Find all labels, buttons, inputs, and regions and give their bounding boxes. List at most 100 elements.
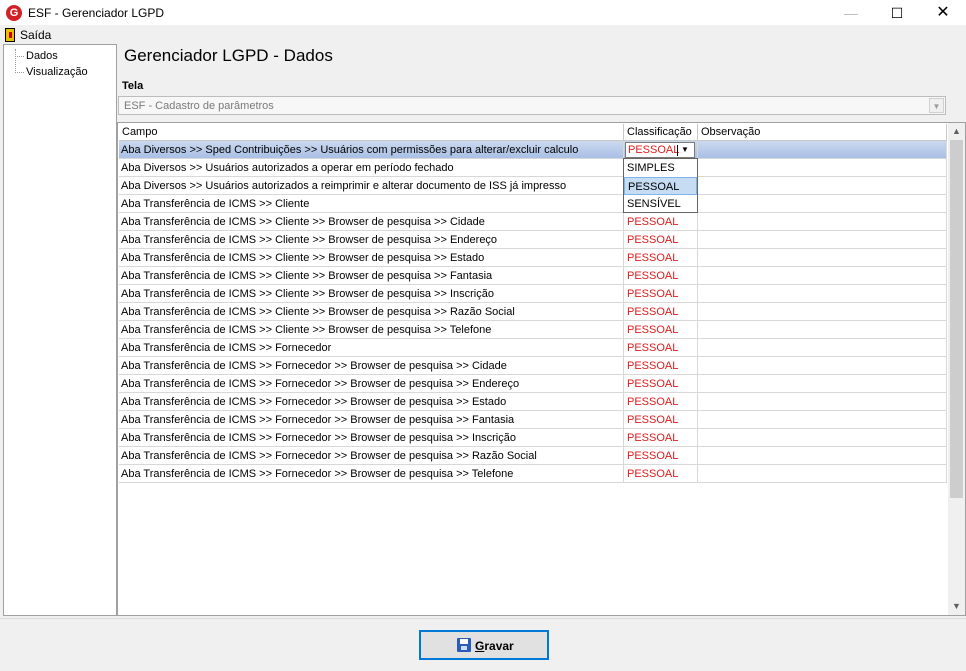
cell-classificacao[interactable]: PESSOAL <box>624 285 698 303</box>
table-row[interactable]: Aba Transferência de ICMS >> Fornecedor … <box>119 411 947 429</box>
cell-observacao[interactable] <box>698 339 947 357</box>
cell-observacao[interactable] <box>698 375 947 393</box>
cell-observacao[interactable] <box>698 195 947 213</box>
tree-item-visualizacao[interactable]: Visualização <box>26 66 88 78</box>
cell-campo[interactable]: Aba Transferência de ICMS >> Fornecedor … <box>119 375 624 393</box>
table-row[interactable]: Aba Transferência de ICMS >> Fornecedor … <box>119 429 947 447</box>
table-row[interactable]: Aba Diversos >> Usuários autorizados a o… <box>119 159 947 177</box>
save-label-rest: ravar <box>484 639 514 653</box>
save-button-label: Gravar <box>475 639 514 653</box>
cell-campo[interactable]: Aba Transferência de ICMS >> Fornecedor … <box>119 411 624 429</box>
cell-classificacao[interactable]: PESSOAL <box>624 303 698 321</box>
cell-observacao[interactable] <box>698 321 947 339</box>
table-row[interactable]: Aba Transferência de ICMS >> Fornecedor … <box>119 393 947 411</box>
table-row[interactable]: Aba Diversos >> Usuários autorizados a r… <box>119 177 947 195</box>
cell-classificacao[interactable]: PESSOAL <box>624 321 698 339</box>
minimize-button[interactable]: — <box>828 0 874 26</box>
column-header-campo[interactable]: Campo <box>119 124 624 141</box>
chevron-down-icon[interactable]: ▼ <box>929 98 944 113</box>
dropdown-option[interactable]: SENSÍVEL <box>624 195 697 213</box>
cell-classificacao[interactable]: PESSOAL <box>624 411 698 429</box>
cell-classificacao[interactable]: PESSOAL <box>624 357 698 375</box>
cell-campo[interactable]: Aba Transferência de ICMS >> Fornecedor … <box>119 393 624 411</box>
chevron-down-icon[interactable]: ▼ <box>677 143 693 157</box>
page-title: Gerenciador LGPD - Dados <box>124 46 333 65</box>
cell-classificacao[interactable]: PESSOAL <box>624 375 698 393</box>
cell-campo[interactable]: Aba Diversos >> Usuários autorizados a r… <box>119 177 624 195</box>
table-row[interactable]: Aba Transferência de ICMS >> Fornecedor … <box>119 375 947 393</box>
cell-campo[interactable]: Aba Transferência de ICMS >> Fornecedor <box>119 339 624 357</box>
cell-campo[interactable]: Aba Transferência de ICMS >> Fornecedor … <box>119 447 624 465</box>
table-row[interactable]: Aba Transferência de ICMS >> Fornecedor … <box>119 447 947 465</box>
table-row[interactable]: Aba Transferência de ICMS >> Cliente >> … <box>119 303 947 321</box>
cell-campo[interactable]: Aba Transferência de ICMS >> Cliente >> … <box>119 267 624 285</box>
cell-campo[interactable]: Aba Diversos >> Sped Contribuições >> Us… <box>119 141 624 159</box>
cell-observacao[interactable] <box>698 465 947 483</box>
scroll-down-arrow-icon[interactable]: ▼ <box>948 598 965 615</box>
dropdown-option[interactable]: SIMPLES <box>624 159 697 177</box>
scroll-up-arrow-icon[interactable]: ▲ <box>948 123 965 140</box>
column-header-observacao[interactable]: Observação <box>698 124 947 141</box>
classification-combo-editor[interactable]: PESSOAL ▼ <box>625 142 695 158</box>
cell-campo[interactable]: Aba Transferência de ICMS >> Cliente <box>119 195 624 213</box>
cell-campo[interactable]: Aba Transferência de ICMS >> Fornecedor … <box>119 429 624 447</box>
table-row[interactable]: Aba Transferência de ICMS >> Cliente >> … <box>119 321 947 339</box>
cell-observacao[interactable] <box>698 285 947 303</box>
cell-campo[interactable]: Aba Diversos >> Usuários autorizados a o… <box>119 159 624 177</box>
table-row[interactable]: Aba Transferência de ICMS >> Cliente <box>119 195 947 213</box>
table-row[interactable]: Aba Transferência de ICMS >> Cliente >> … <box>119 231 947 249</box>
cell-classificacao[interactable]: PESSOAL <box>624 267 698 285</box>
cell-classificacao[interactable]: PESSOAL <box>624 249 698 267</box>
cell-classificacao[interactable]: PESSOAL <box>624 465 698 483</box>
fields-grid: Campo Classificação Observação Aba Diver… <box>117 122 966 616</box>
grid-vertical-scrollbar[interactable]: ▲ ▼ <box>948 123 965 615</box>
table-row[interactable]: Aba Diversos >> Sped Contribuições >> Us… <box>119 141 947 159</box>
table-row[interactable]: Aba Transferência de ICMS >> Cliente >> … <box>119 267 947 285</box>
table-row[interactable]: Aba Transferência de ICMS >> Cliente >> … <box>119 249 947 267</box>
cell-campo[interactable]: Aba Transferência de ICMS >> Fornecedor … <box>119 465 624 483</box>
cell-classificacao[interactable]: PESSOAL <box>624 429 698 447</box>
cell-campo[interactable]: Aba Transferência de ICMS >> Cliente >> … <box>119 285 624 303</box>
table-row[interactable]: Aba Transferência de ICMS >> Fornecedor … <box>119 357 947 375</box>
cell-campo[interactable]: Aba Transferência de ICMS >> Cliente >> … <box>119 303 624 321</box>
cell-campo[interactable]: Aba Transferência de ICMS >> Cliente >> … <box>119 213 624 231</box>
menu-item-exit[interactable]: Saída <box>20 28 51 42</box>
cell-observacao[interactable] <box>698 357 947 375</box>
save-button[interactable]: Gravar <box>419 630 549 660</box>
cell-classificacao[interactable]: PESSOAL <box>624 393 698 411</box>
table-row[interactable]: Aba Transferência de ICMS >> Fornecedor P… <box>119 339 947 357</box>
dropdown-option[interactable]: PESSOAL <box>624 177 697 195</box>
bottom-action-bar: Gravar <box>0 618 966 671</box>
cell-observacao[interactable] <box>698 303 947 321</box>
table-row[interactable]: Aba Transferência de ICMS >> Fornecedor … <box>119 465 947 483</box>
cell-classificacao[interactable]: PESSOAL <box>624 231 698 249</box>
cell-campo[interactable]: Aba Transferência de ICMS >> Cliente >> … <box>119 231 624 249</box>
cell-observacao[interactable] <box>698 249 947 267</box>
cell-observacao[interactable] <box>698 447 947 465</box>
cell-observacao[interactable] <box>698 267 947 285</box>
cell-observacao[interactable] <box>698 231 947 249</box>
table-row[interactable]: Aba Transferência de ICMS >> Cliente >> … <box>119 285 947 303</box>
cell-observacao[interactable] <box>698 411 947 429</box>
table-row[interactable]: Aba Transferência de ICMS >> Cliente >> … <box>119 213 947 231</box>
cell-classificacao[interactable]: PESSOAL <box>624 447 698 465</box>
column-header-classificacao[interactable]: Classificação <box>624 124 698 141</box>
cell-campo[interactable]: Aba Transferência de ICMS >> Cliente >> … <box>119 321 624 339</box>
cell-campo[interactable]: Aba Transferência de ICMS >> Fornecedor … <box>119 357 624 375</box>
cell-observacao[interactable] <box>698 429 947 447</box>
cell-classificacao[interactable]: PESSOAL <box>624 213 698 231</box>
cell-observacao[interactable] <box>698 177 947 195</box>
cell-observacao[interactable] <box>698 213 947 231</box>
menu-bar: Saída <box>0 26 966 44</box>
cell-campo[interactable]: Aba Transferência de ICMS >> Cliente >> … <box>119 249 624 267</box>
maximize-button[interactable]: ☐ <box>874 0 920 26</box>
cell-observacao[interactable] <box>698 159 947 177</box>
tree-item-dados[interactable]: Dados <box>26 50 58 62</box>
tela-select[interactable]: ESF - Cadastro de parâmetros ▼ <box>118 96 946 115</box>
cell-classificacao[interactable]: PESSOAL <box>624 339 698 357</box>
cell-observacao[interactable] <box>698 393 947 411</box>
close-button[interactable]: ✕ <box>920 0 966 26</box>
exit-door-icon[interactable] <box>5 28 15 42</box>
scrollbar-thumb[interactable] <box>950 140 963 498</box>
cell-observacao[interactable] <box>698 141 947 159</box>
